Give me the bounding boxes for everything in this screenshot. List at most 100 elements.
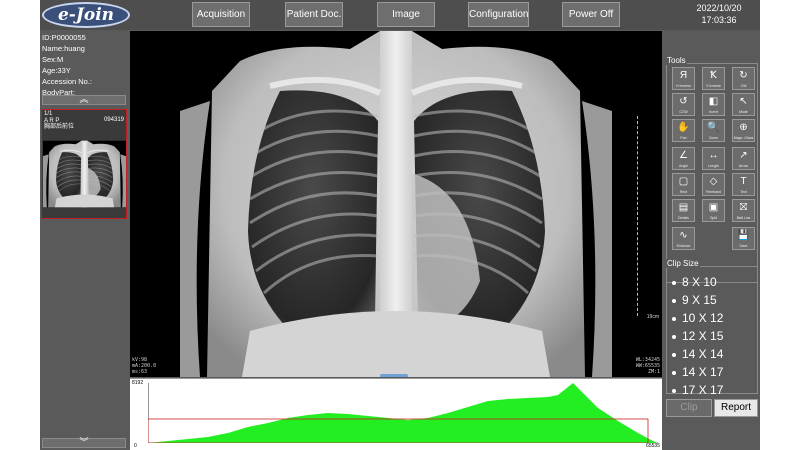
scale-label: 19cm <box>646 314 659 320</box>
tool-batt-low-button[interactable]: ⛝ Batt Low <box>732 199 755 222</box>
tool-length-button[interactable]: ↔ Length <box>702 147 725 170</box>
clip-size-item[interactable]: 14 X 14 <box>672 345 723 363</box>
length-icon: ↔ <box>708 150 719 161</box>
clip-size-item[interactable]: 12 X 15 <box>672 327 723 345</box>
app-window: e-Join Acquisition Patient Doc. Image Ou… <box>40 0 760 450</box>
image-viewer[interactable]: kV:98 mA:200.0 ms:63 WL:34245 WW:65535 Z… <box>130 31 662 377</box>
scroll-up-button[interactable]: ︽ <box>42 95 126 105</box>
tool-label: Text <box>740 190 747 194</box>
tool-split-button[interactable]: ▣ Split <box>702 199 725 222</box>
tool-invert-button[interactable]: ◧ Invert <box>702 93 725 116</box>
histogram-panel[interactable]: 8192 0 65535 <box>130 378 662 450</box>
tool-label: Save <box>739 244 748 248</box>
histogram-x-min: 0 <box>134 443 137 449</box>
acquisition-button[interactable]: Acquisition <box>192 2 250 27</box>
tool-label: H Inverse <box>676 84 691 88</box>
bullet-icon <box>672 316 676 321</box>
bullet-icon <box>672 352 676 357</box>
thumbnail-desc: 胸部后前位 <box>44 124 75 130</box>
tool-angle-button[interactable]: ∠ Angle <box>672 147 695 170</box>
angle-icon: ∠ <box>679 150 688 161</box>
vertical-flip-icon: Ꝁ <box>710 70 717 81</box>
chevron-up-icon: ︽ <box>79 94 89 104</box>
clip-size-item[interactable]: 10 X 12 <box>672 309 723 327</box>
clip-size-item[interactable]: 9 X 15 <box>672 291 723 309</box>
time-text: 17:03:36 <box>701 15 737 25</box>
right-panel: Tools Clip Size 8 X 10 9 X 15 10 X 12 12… <box>664 31 760 450</box>
date-text: 2022/10/20 <box>696 3 742 13</box>
tool-label: Length <box>708 164 719 168</box>
bullet-icon <box>672 388 676 393</box>
report-button[interactable]: Report <box>714 399 758 417</box>
bullet-icon <box>672 280 676 285</box>
clip-size-list: 8 X 10 9 X 15 10 X 12 12 X 15 14 X 14 14… <box>672 273 723 399</box>
tool-label: Angle <box>679 164 688 168</box>
tool-v-inverse-button[interactable]: Ꝁ V Inverse <box>702 67 725 90</box>
image-output-button[interactable]: Image Output <box>377 2 435 43</box>
clip-size-item[interactable]: 14 X 17 <box>672 363 723 381</box>
top-bar: e-Join Acquisition Patient Doc. Image Ou… <box>40 0 760 43</box>
pan-hand-icon: ✋ <box>677 122 690 133</box>
power-off-button[interactable]: Power Off <box>562 2 620 27</box>
histogram-area <box>148 383 658 443</box>
clip-size-item[interactable]: 8 X 10 <box>672 273 723 291</box>
horizontal-flip-icon: Я <box>679 70 688 81</box>
overlay-zm: ZM:1 <box>647 369 660 375</box>
tool-label: Zoom <box>709 136 718 140</box>
tool-magn-glass-button[interactable]: ⊕ Magn. Glass <box>732 119 755 142</box>
tool-zoom-button[interactable]: 🔍 Zoom <box>702 119 725 142</box>
tool-freehand-button[interactable]: ◇ Freehand <box>702 173 725 196</box>
thumbnail-xray-image <box>43 140 126 208</box>
tool-label: Batt Low <box>736 216 751 220</box>
app-logo: e-Join <box>42 2 130 28</box>
tool-pan-button[interactable]: ✋ Pan <box>672 119 695 142</box>
save-icon: 💾 <box>737 230 750 241</box>
rotate-cw-icon: ↻ <box>739 70 748 81</box>
patient-doc-button[interactable]: Patient Doc. <box>285 2 343 27</box>
tool-cw-button[interactable]: ↻ CW <box>732 67 755 90</box>
chevron-down-icon: ︾ <box>79 437 89 447</box>
overlay-ms: ms:63 <box>132 369 148 375</box>
thumbnail-number: 094319 <box>103 117 124 123</box>
tool-ccw-button[interactable]: ↺ CCW <box>672 93 695 116</box>
tool-label: Rect <box>679 190 688 194</box>
tool-label: CW <box>740 84 747 88</box>
details-icon: ▤ <box>678 202 689 213</box>
arrow-icon: ↗ <box>739 150 748 161</box>
tool-rect-button[interactable]: ▢ Rect <box>672 173 695 196</box>
invert-icon: ◧ <box>708 96 719 107</box>
clip-button[interactable]: Clip <box>666 399 712 417</box>
tool-label: Split <box>710 216 717 220</box>
configuration-button[interactable]: Configuration <box>468 2 529 27</box>
scroll-down-button[interactable]: ︾ <box>42 438 126 448</box>
freehand-icon: ◇ <box>709 176 718 187</box>
split-icon: ▣ <box>708 202 719 213</box>
rect-icon: ▢ <box>678 176 689 187</box>
scale-ruler <box>636 116 638 316</box>
patient-sex: Sex:M <box>42 55 64 64</box>
tool-h-inverse-button[interactable]: Я H Inverse <box>672 67 695 90</box>
clip-size-item[interactable]: 17 X 17 <box>672 381 723 399</box>
tool-arrow-button[interactable]: ↗ Arrow <box>732 147 755 170</box>
patient-accession: Accession No.: <box>42 77 93 86</box>
enhance-icon: ∿ <box>679 230 688 241</box>
bullet-icon <box>672 370 676 375</box>
tool-mode-button[interactable]: ↖ Mode <box>732 93 755 116</box>
datetime: 2022/10/20 17:03:36 <box>680 2 758 26</box>
patient-id: ID:P0000055 <box>42 33 86 42</box>
tool-label: Magn. Glass <box>733 136 754 140</box>
tool-details-button[interactable]: ▤ Details <box>672 199 695 222</box>
tool-text-button[interactable]: T Text <box>732 173 755 196</box>
histogram-y-max: 8192 <box>132 380 144 386</box>
tool-enhance-button[interactable]: ∿ Enhance <box>672 227 695 250</box>
patient-info: ID:P0000055 Name:huang Sex:M Age:33Y Acc… <box>40 31 128 99</box>
image-thumbnail[interactable]: 1/1 A R P 胸部后前位 094319 <box>41 109 127 219</box>
clip-size-title: Clip Size <box>666 259 700 268</box>
chest-xray-image <box>180 31 612 377</box>
zoom-icon: 🔍 <box>707 122 720 133</box>
exposure-overlay: kV:98 mA:200.0 ms:63 <box>132 357 156 375</box>
viewer-resize-handle[interactable] <box>380 374 408 377</box>
tool-label: Pan <box>680 136 687 140</box>
tool-label: Invert <box>709 110 718 114</box>
tool-save-button[interactable]: 💾 Save <box>732 227 755 250</box>
